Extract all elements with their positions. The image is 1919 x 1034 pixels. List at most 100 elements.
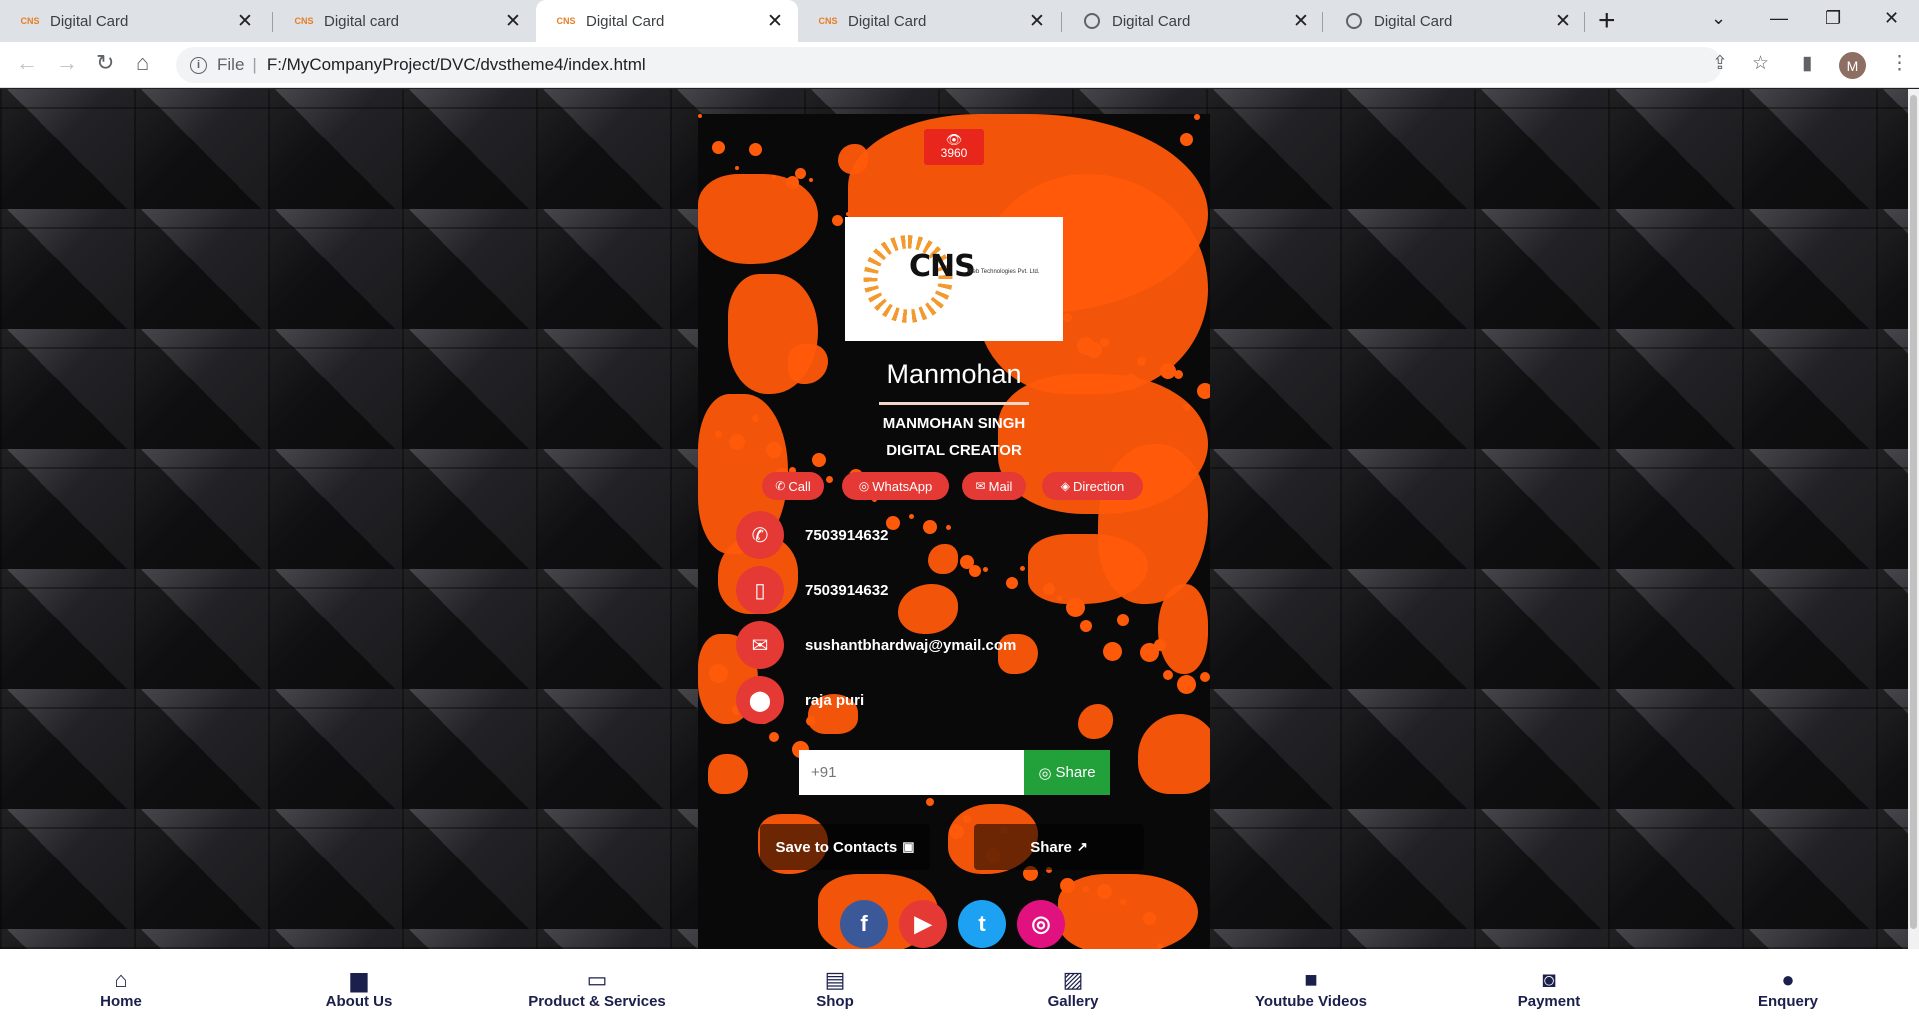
address-bar[interactable]: i File | F:/MyCompanyProject/DVC/dvsthem… bbox=[176, 47, 1722, 83]
instagram-icon[interactable]: ◎ bbox=[1017, 900, 1065, 948]
bookmark-star-icon[interactable]: ☆ bbox=[1752, 52, 1769, 75]
paint-spatter-dot bbox=[809, 178, 813, 182]
paint-spatter-dot bbox=[926, 798, 934, 806]
site-info-icon[interactable]: i bbox=[190, 56, 207, 74]
tab-title: Digital card bbox=[324, 12, 400, 30]
paint-spatter-dot bbox=[1063, 313, 1072, 322]
paint-spatter-dot bbox=[832, 215, 843, 226]
nav-product-services[interactable]: ▭ Product & Services bbox=[478, 967, 716, 1010]
address-scheme-label: File bbox=[217, 55, 245, 74]
nav-about-us-label: About Us bbox=[325, 993, 393, 1010]
page-background: 👁 3960 CNS Web Technologies Pvt. Ltd. Ma… bbox=[0, 89, 1908, 949]
whatsapp-share-label: Share bbox=[1055, 764, 1096, 781]
browser-tab[interactable]: CNS Digital Card ✕ bbox=[798, 0, 1060, 42]
back-arrow-icon[interactable]: ← bbox=[16, 50, 38, 76]
browser-tab[interactable]: CNS Digital card ✕ bbox=[274, 0, 536, 42]
share-page-icon[interactable]: ⇪ bbox=[1712, 52, 1728, 75]
contact-email-row[interactable]: ✉ sushantbhardwaj@ymail.com bbox=[736, 621, 1016, 669]
browser-tab[interactable]: Digital Card ✕ bbox=[1324, 0, 1586, 42]
close-tab-icon[interactable]: ✕ bbox=[504, 10, 522, 33]
address-book-icon: ▣ bbox=[902, 839, 915, 854]
address-url[interactable]: F:/MyCompanyProject/DVC/dvstheme4/index.… bbox=[267, 55, 646, 75]
share-square-icon: ↗ bbox=[1076, 839, 1088, 854]
browser-tab[interactable]: CNS Digital Card ✕ bbox=[0, 0, 268, 42]
call-button[interactable]: ✆ Call bbox=[762, 472, 824, 500]
scrollbar-thumb[interactable] bbox=[1910, 95, 1917, 929]
tab-search-chevron-down-icon[interactable]: ⌄ bbox=[1711, 8, 1726, 29]
paint-spatter-dot bbox=[946, 525, 951, 530]
nav-youtube-videos[interactable]: ■ Youtube Videos bbox=[1192, 967, 1430, 1010]
mail-button[interactable]: ✉ Mail bbox=[962, 472, 1026, 500]
paint-spatter-dot bbox=[1097, 884, 1112, 899]
new-tab-plus-icon[interactable]: + bbox=[1598, 4, 1616, 38]
paint-spatter-dot bbox=[1143, 912, 1156, 925]
profile-avatar[interactable]: M bbox=[1839, 52, 1866, 79]
image-icon: ▨ bbox=[1062, 967, 1084, 992]
view-count: 3960 bbox=[940, 146, 968, 160]
page-scrollbar[interactable] bbox=[1908, 89, 1919, 949]
whatsapp-button[interactable]: ◎ WhatsApp bbox=[842, 472, 949, 500]
paint-spatter-dot bbox=[1163, 670, 1173, 680]
contact-email-value[interactable]: sushantbhardwaj@ymail.com bbox=[805, 637, 1016, 654]
nav-gallery[interactable]: ▨ Gallery bbox=[954, 967, 1192, 1010]
close-tab-icon[interactable]: ✕ bbox=[236, 10, 254, 33]
restore-icon[interactable]: ❐ bbox=[1825, 8, 1841, 29]
browser-menu-icon[interactable]: ⋮ bbox=[1890, 52, 1909, 75]
save-to-contacts-button[interactable]: Save to Contacts ▣ bbox=[760, 824, 930, 870]
paint-spatter-dot bbox=[949, 824, 964, 839]
contact-mobile-row[interactable]: ▯ 7503914632 bbox=[736, 566, 888, 614]
facebook-icon[interactable]: f bbox=[840, 900, 888, 948]
minimize-icon[interactable]: — bbox=[1770, 8, 1788, 29]
browser-tab-strip: CNS Digital Card ✕ CNS Digital card ✕ CN… bbox=[0, 0, 1919, 42]
paint-splash bbox=[698, 174, 818, 264]
contact-address-row[interactable]: ⬤ raja puri bbox=[736, 676, 864, 724]
view-counter-badge: 👁 3960 bbox=[924, 129, 984, 165]
paint-spatter-dot bbox=[786, 176, 799, 189]
contact-phone-value[interactable]: 7503914632 bbox=[805, 527, 888, 544]
close-tab-icon[interactable]: ✕ bbox=[1554, 10, 1572, 33]
paint-spatter-dot bbox=[846, 212, 850, 216]
forward-arrow-icon[interactable]: → bbox=[56, 50, 78, 76]
reload-icon[interactable]: ↻ bbox=[96, 50, 114, 76]
tab-title: Digital Card bbox=[848, 12, 927, 30]
home-icon[interactable]: ⌂ bbox=[136, 50, 149, 76]
nav-enquery[interactable]: ● Enquery bbox=[1669, 967, 1907, 1010]
close-tab-icon[interactable]: ✕ bbox=[1028, 10, 1046, 33]
contact-phone-row[interactable]: ✆ 7503914632 bbox=[736, 511, 888, 559]
twitter-icon[interactable]: t bbox=[958, 900, 1006, 948]
cns-favicon-icon: CNS bbox=[294, 16, 314, 26]
close-window-icon[interactable]: ✕ bbox=[1884, 8, 1899, 29]
paint-spatter-dot bbox=[749, 143, 762, 156]
nav-about-us[interactable]: ▆ About Us bbox=[240, 967, 478, 1010]
envelope-icon: ✉ bbox=[736, 621, 784, 669]
save-to-contacts-label: Save to Contacts bbox=[775, 838, 898, 856]
paint-splash bbox=[1138, 714, 1210, 794]
close-tab-icon[interactable]: ✕ bbox=[1292, 10, 1310, 33]
direction-button[interactable]: ◈ Direction bbox=[1042, 472, 1143, 500]
card-designation: DIGITAL CREATOR bbox=[886, 442, 1022, 459]
share-card-button[interactable]: Share ↗ bbox=[974, 824, 1144, 870]
nav-product-services-label: Product & Services bbox=[528, 993, 666, 1010]
tab-title: Digital Card bbox=[50, 12, 129, 30]
paint-spatter-dot bbox=[1103, 642, 1122, 661]
nav-home[interactable]: ⌂ Home bbox=[2, 967, 240, 1010]
whatsapp-number-input[interactable] bbox=[799, 750, 1024, 795]
money-icon: ◙ bbox=[1542, 967, 1556, 992]
close-tab-icon[interactable]: ✕ bbox=[766, 10, 784, 33]
map-marker-icon: ⬤ bbox=[736, 676, 784, 724]
nav-shop[interactable]: ▤ Shop bbox=[716, 967, 954, 1010]
paint-splash bbox=[928, 544, 958, 574]
browser-tab-active[interactable]: CNS Digital Card ✕ bbox=[536, 0, 798, 42]
phone-icon: ✆ bbox=[736, 511, 784, 559]
side-panel-icon[interactable]: ▮ bbox=[1802, 52, 1812, 75]
nav-payment[interactable]: ◙ Payment bbox=[1430, 967, 1668, 1010]
contact-mobile-value[interactable]: 7503914632 bbox=[805, 582, 888, 599]
browser-tab[interactable]: Digital Card ✕ bbox=[1062, 0, 1324, 42]
contact-address-value[interactable]: raja puri bbox=[805, 692, 864, 709]
paint-spatter-dot bbox=[1117, 614, 1129, 626]
paint-spatter-dot bbox=[1120, 899, 1126, 905]
whatsapp-share-button[interactable]: ◎ Share bbox=[1024, 750, 1110, 795]
call-button-label: Call bbox=[788, 478, 811, 494]
youtube-icon[interactable]: ▶ bbox=[899, 900, 947, 948]
paint-spatter-dot bbox=[1066, 598, 1085, 617]
